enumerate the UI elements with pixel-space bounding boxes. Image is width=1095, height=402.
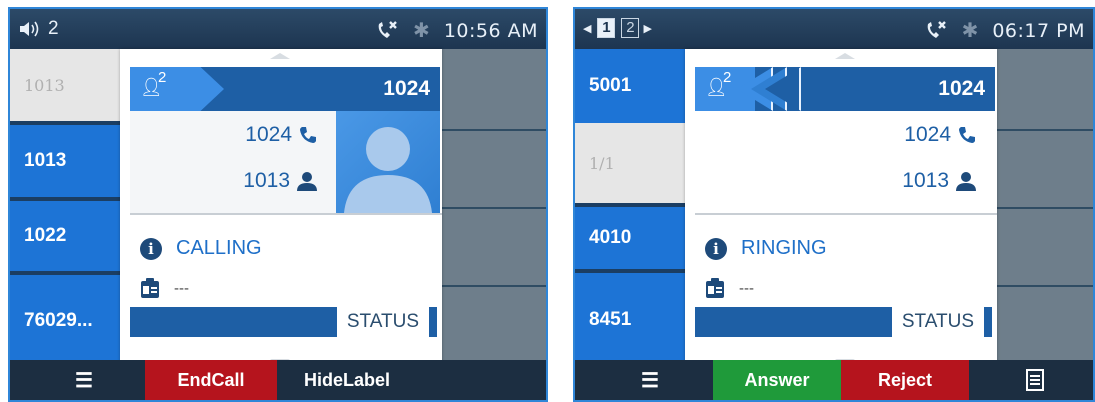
call-info-area: 1024 1013 bbox=[130, 111, 440, 213]
call-count: 2 bbox=[158, 69, 167, 86]
grid-line bbox=[442, 285, 546, 287]
reject-button[interactable]: Reject bbox=[841, 360, 969, 400]
line-indicator: 2 bbox=[48, 18, 59, 39]
banner-number: 1024 bbox=[383, 77, 430, 100]
missed-call-icon bbox=[927, 20, 946, 38]
menu-button[interactable]: ☰ bbox=[48, 360, 120, 400]
phone-icon bbox=[959, 127, 975, 143]
line-key-4[interactable]: 8451 bbox=[575, 273, 685, 367]
scroll-up-arrow[interactable] bbox=[835, 53, 855, 59]
call-card: 👤︎ 2 1024 1024 1013 i RINGING --- STATUS bbox=[685, 49, 997, 367]
line-key-4[interactable]: 76029... bbox=[10, 275, 120, 367]
extra-info-row: --- bbox=[140, 277, 189, 299]
status-tab[interactable]: STATUS bbox=[891, 307, 987, 337]
grid-line bbox=[442, 207, 546, 209]
missed-call-icon bbox=[378, 20, 397, 38]
grid-line bbox=[442, 129, 546, 131]
grid-line bbox=[997, 285, 1093, 287]
page-2-tab[interactable]: 2 bbox=[621, 18, 640, 38]
answer-button[interactable]: Answer bbox=[713, 360, 841, 400]
line-key-sidebar: 1013 1013 1022 76029... bbox=[10, 49, 120, 367]
call-info-area: 1024 1013 bbox=[695, 111, 995, 213]
remote-number: 1024 bbox=[904, 123, 951, 146]
line-key-1[interactable]: 1013 bbox=[10, 49, 120, 121]
status-bar: ◀ 1 2 ▶ ✱ 06:17 PM bbox=[575, 9, 1093, 49]
list-menu-icon: ☰ bbox=[75, 369, 93, 392]
divider bbox=[695, 213, 997, 215]
extra-info-value: --- bbox=[739, 279, 754, 297]
call-status: RINGING bbox=[741, 237, 827, 259]
local-number-line: 1013 bbox=[902, 169, 977, 193]
phone-icon bbox=[300, 127, 316, 143]
call-banner: 👤︎ 2 1024 bbox=[695, 67, 995, 111]
info-icon: i bbox=[140, 237, 162, 260]
page-prev-icon[interactable]: ◀ bbox=[583, 22, 591, 35]
line-key-3[interactable]: 4010 bbox=[575, 207, 685, 269]
extra-info-value: --- bbox=[174, 279, 189, 297]
grid-line bbox=[997, 129, 1093, 131]
call-status-row: i RINGING bbox=[705, 237, 827, 260]
right-key-column bbox=[442, 49, 546, 360]
bluetooth-icon: ✱ bbox=[961, 20, 979, 42]
page-1-tab[interactable]: 1 bbox=[597, 18, 616, 38]
call-status: CALLING bbox=[176, 237, 262, 259]
banner-number: 1024 bbox=[938, 77, 985, 100]
more-menu-icon bbox=[1026, 369, 1044, 391]
call-status-row: i CALLING bbox=[140, 237, 262, 260]
hide-label-button[interactable]: HideLabel bbox=[277, 360, 417, 400]
local-number: 1013 bbox=[243, 169, 290, 192]
remote-number: 1024 bbox=[245, 123, 292, 146]
call-banner: 👤︎ 2 1024 bbox=[130, 67, 440, 111]
end-call-button[interactable]: EndCall bbox=[145, 360, 277, 400]
bluetooth-icon: ✱ bbox=[413, 20, 430, 42]
more-button[interactable] bbox=[1005, 360, 1065, 400]
call-count: 2 bbox=[723, 69, 732, 86]
list-menu-icon: ☰ bbox=[641, 369, 659, 392]
clock-time: 06:17 PM bbox=[992, 19, 1085, 42]
clock-time: 10:56 AM bbox=[443, 19, 538, 42]
phone-screen-calling: 2 ✱ 10:56 AM 1013 1013 1022 76029... 👤︎ … bbox=[8, 7, 548, 402]
line-key-2[interactable]: 1/1 bbox=[575, 123, 685, 203]
line-key-2[interactable]: 1013 bbox=[10, 125, 120, 197]
softkey-bar: ☰ EndCall HideLabel bbox=[10, 360, 546, 400]
right-key-column bbox=[997, 49, 1093, 360]
extra-info-row: --- bbox=[705, 277, 754, 299]
info-icon: i bbox=[705, 237, 727, 260]
scroll-up-arrow[interactable] bbox=[270, 53, 290, 59]
local-number-line: 1013 bbox=[243, 169, 318, 193]
clipboard-icon bbox=[706, 278, 724, 298]
call-card: 👤︎ 2 1024 1024 1013 i CALLING --- STATUS bbox=[120, 49, 442, 367]
divider bbox=[130, 213, 442, 215]
status-bar: 2 ✱ 10:56 AM bbox=[10, 9, 546, 49]
avatar-silhouette-icon bbox=[344, 127, 432, 213]
speaker-volume-icon bbox=[20, 21, 39, 37]
line-key-3[interactable]: 1022 bbox=[10, 201, 120, 271]
phone-screen-ringing: ◀ 1 2 ▶ ✱ 06:17 PM 5001 1/1 4010 8451 👤︎… bbox=[573, 7, 1095, 402]
avatar bbox=[336, 111, 440, 213]
status-strip: STATUS bbox=[695, 307, 992, 337]
status-strip: STATUS bbox=[130, 307, 437, 337]
grid-line bbox=[997, 207, 1093, 209]
line-key-1[interactable]: 5001 bbox=[575, 49, 685, 123]
contact-icon bbox=[297, 172, 317, 191]
remote-number-line: 1024 bbox=[245, 123, 318, 147]
remote-number-line: 1024 bbox=[904, 123, 977, 147]
contact-icon bbox=[956, 172, 976, 191]
local-number: 1013 bbox=[902, 169, 949, 192]
clipboard-icon bbox=[141, 278, 159, 298]
page-next-icon[interactable]: ▶ bbox=[643, 22, 651, 35]
status-tab[interactable]: STATUS bbox=[336, 307, 432, 337]
menu-button[interactable]: ☰ bbox=[615, 360, 685, 400]
line-key-sidebar: 5001 1/1 4010 8451 bbox=[575, 49, 685, 367]
softkey-bar: ☰ Answer Reject bbox=[575, 360, 1093, 400]
